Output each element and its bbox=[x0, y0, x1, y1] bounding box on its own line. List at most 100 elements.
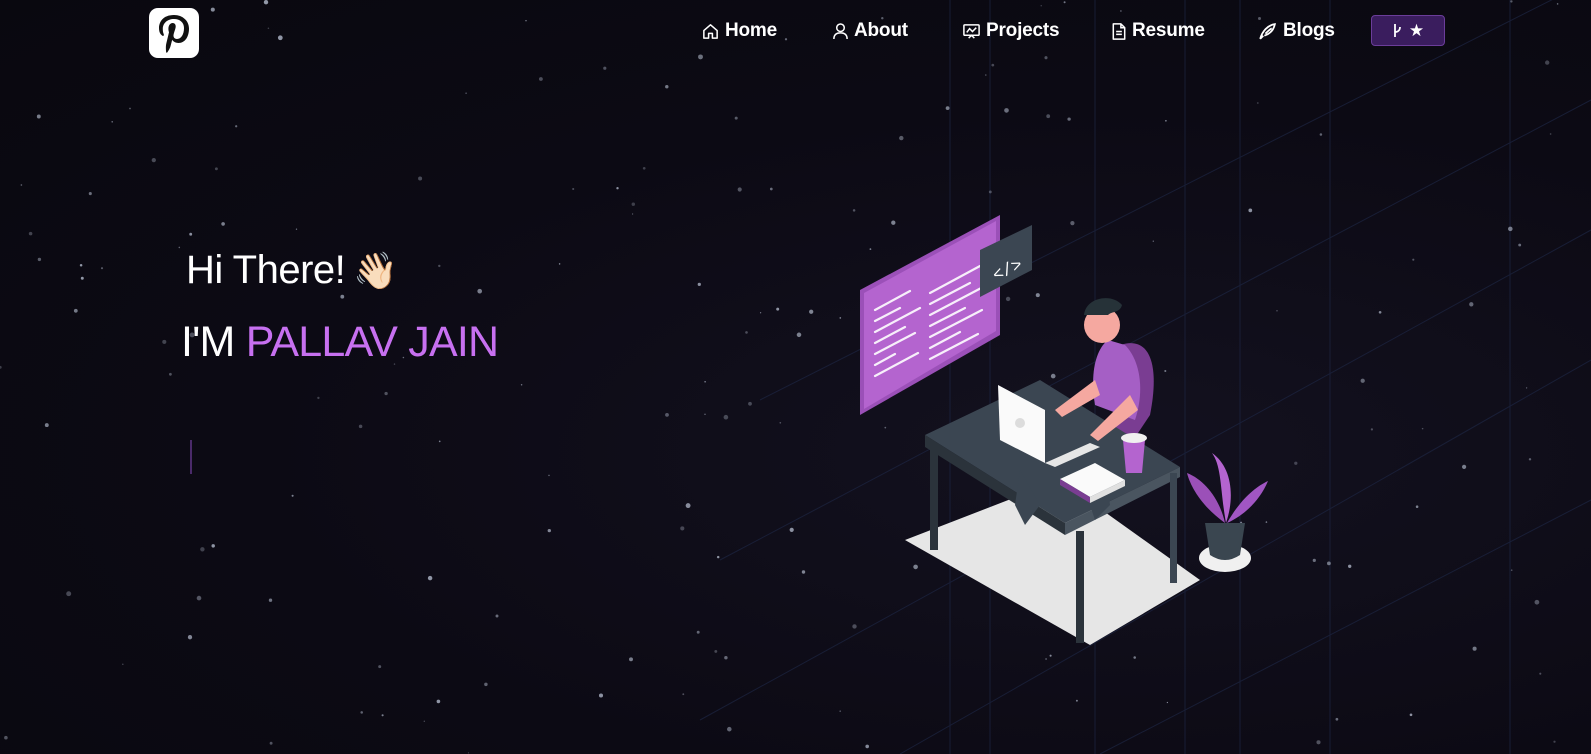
home-icon bbox=[703, 23, 718, 39]
nav-blogs-link[interactable]: Blogs bbox=[1257, 17, 1335, 45]
star bbox=[4, 735, 8, 740]
star bbox=[1412, 258, 1415, 261]
nav-about-link[interactable]: About bbox=[832, 17, 908, 45]
star bbox=[1421, 427, 1424, 430]
star bbox=[682, 693, 685, 696]
star bbox=[680, 526, 685, 531]
star bbox=[1518, 243, 1522, 247]
star bbox=[632, 213, 634, 215]
nav-projects-link[interactable]: Projects bbox=[962, 17, 1060, 45]
star bbox=[985, 74, 987, 76]
star bbox=[178, 246, 181, 249]
star bbox=[151, 157, 156, 163]
star bbox=[268, 598, 273, 602]
star bbox=[1510, 569, 1513, 571]
star-icon: ★ bbox=[1408, 21, 1425, 40]
logo[interactable] bbox=[149, 8, 199, 58]
star bbox=[1525, 387, 1528, 389]
star bbox=[547, 528, 551, 533]
star bbox=[88, 192, 92, 196]
star bbox=[187, 635, 193, 640]
star bbox=[776, 307, 780, 311]
document-icon bbox=[1112, 22, 1126, 40]
star bbox=[1256, 102, 1259, 104]
github-star-button[interactable]: ★ bbox=[1371, 15, 1445, 46]
star bbox=[317, 396, 320, 400]
star bbox=[759, 312, 762, 314]
star bbox=[484, 682, 488, 687]
blog-icon bbox=[1259, 22, 1276, 39]
star bbox=[80, 276, 84, 280]
star bbox=[548, 474, 550, 477]
star bbox=[467, 752, 470, 754]
star bbox=[189, 232, 193, 236]
star bbox=[737, 187, 742, 192]
nav-about-label: About bbox=[854, 20, 908, 41]
star bbox=[495, 614, 499, 618]
star bbox=[520, 384, 523, 386]
fork-icon bbox=[1393, 24, 1401, 37]
star bbox=[865, 744, 870, 749]
star bbox=[696, 630, 700, 634]
star bbox=[748, 401, 752, 406]
star bbox=[1294, 461, 1298, 465]
star bbox=[1508, 226, 1513, 232]
star bbox=[381, 714, 384, 717]
hero-name: PALLAV JAIN bbox=[245, 318, 499, 366]
p-logo-icon bbox=[159, 15, 189, 53]
star bbox=[1335, 717, 1339, 721]
star bbox=[945, 106, 950, 110]
star bbox=[427, 575, 433, 581]
star bbox=[1469, 302, 1474, 307]
star bbox=[423, 720, 425, 722]
star bbox=[697, 282, 701, 287]
star bbox=[558, 263, 561, 265]
star bbox=[991, 63, 995, 67]
star bbox=[358, 424, 363, 429]
plant bbox=[1187, 453, 1268, 572]
star bbox=[378, 665, 382, 669]
star bbox=[214, 167, 218, 171]
star bbox=[1378, 310, 1382, 314]
star bbox=[44, 423, 49, 428]
star bbox=[1312, 558, 1316, 563]
star bbox=[0, 365, 2, 369]
star bbox=[438, 440, 441, 443]
name-prefix: I'M bbox=[181, 318, 235, 366]
star bbox=[1415, 505, 1419, 508]
starfield-background bbox=[0, 0, 1591, 754]
star bbox=[384, 391, 388, 396]
nav-resume-link[interactable]: Resume bbox=[1111, 17, 1205, 45]
star bbox=[20, 184, 23, 186]
star bbox=[79, 264, 83, 267]
star bbox=[538, 77, 543, 81]
star bbox=[291, 494, 294, 497]
star bbox=[716, 555, 720, 559]
star bbox=[734, 116, 738, 120]
star bbox=[1166, 701, 1169, 704]
star bbox=[769, 187, 773, 191]
navbar: Home About Projects Resume Blogs ★ bbox=[0, 0, 1591, 64]
star bbox=[642, 166, 646, 170]
star bbox=[1004, 108, 1009, 113]
star bbox=[100, 267, 104, 270]
star bbox=[629, 657, 633, 662]
star bbox=[1348, 564, 1352, 568]
star bbox=[235, 125, 238, 128]
nav-home-link[interactable]: Home bbox=[701, 17, 777, 45]
user-icon bbox=[833, 22, 848, 39]
star bbox=[665, 413, 669, 417]
star bbox=[436, 699, 441, 704]
star bbox=[1534, 599, 1540, 605]
star bbox=[1327, 561, 1331, 566]
star bbox=[418, 176, 423, 181]
star bbox=[801, 570, 806, 574]
star bbox=[616, 187, 619, 190]
nav-blogs-label: Blogs bbox=[1283, 20, 1335, 41]
star bbox=[1075, 699, 1078, 702]
star bbox=[465, 92, 467, 95]
star bbox=[211, 544, 215, 548]
star bbox=[28, 231, 33, 236]
star bbox=[809, 309, 814, 314]
star bbox=[1316, 740, 1321, 745]
